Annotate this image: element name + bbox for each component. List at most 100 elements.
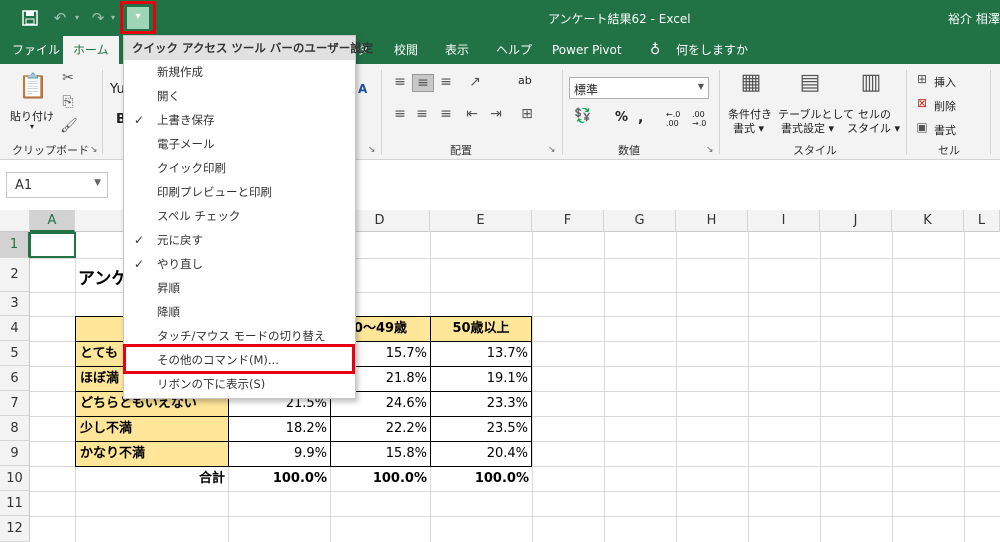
undo-dropdown-icon[interactable]: ▾ <box>72 7 82 29</box>
accounting-format-icon[interactable]: 💱 <box>572 108 594 124</box>
number-launcher-icon[interactable]: ↘ <box>706 145 714 155</box>
value-cell-e6[interactable]: 19.1% <box>430 366 532 392</box>
column-header-i[interactable]: I <box>748 210 820 232</box>
label-cell-b9[interactable]: かなり不満 <box>75 441 229 467</box>
insert-cells-icon[interactable]: ⊞ <box>914 72 930 86</box>
increase-indent-icon[interactable]: ⇥ <box>486 106 506 122</box>
format-as-table-icon[interactable]: ▤ <box>795 70 825 100</box>
cut-icon[interactable]: ✂ <box>60 70 76 86</box>
sheet-title-cell[interactable]: アンケ <box>78 264 128 289</box>
align-top-icon[interactable]: ≡ <box>390 74 410 90</box>
column-header-a[interactable]: A <box>30 210 75 232</box>
align-center-icon[interactable]: ≡ <box>412 106 432 122</box>
increase-decimal-icon[interactable]: ←.0.00 <box>666 110 680 128</box>
redo-icon[interactable]: ↷ <box>88 7 108 29</box>
cell-styles-icon[interactable]: ▥ <box>856 70 886 100</box>
value-cell-d8[interactable]: 22.2% <box>330 416 431 442</box>
paste-dropdown-icon[interactable]: ▾ <box>30 122 34 131</box>
total-cell-e10[interactable]: 100.0% <box>430 467 532 491</box>
column-header-j[interactable]: J <box>820 210 892 232</box>
total-label-cell[interactable]: 合計 <box>75 467 228 491</box>
column-header-l[interactable]: L <box>964 210 1000 232</box>
total-cell-d10[interactable]: 100.0% <box>330 467 430 491</box>
menu-item-open[interactable]: 開く <box>124 84 355 108</box>
copy-icon[interactable]: ⎘ <box>60 94 76 110</box>
redo-dropdown-icon[interactable]: ▾ <box>108 7 118 29</box>
paste-icon[interactable]: 📋 <box>18 72 48 104</box>
comma-style-icon[interactable]: , <box>638 110 643 126</box>
tab-review[interactable]: 校閲 <box>394 36 418 64</box>
align-middle-icon[interactable]: ≡ <box>412 74 434 92</box>
total-cell-c10[interactable]: 100.0% <box>228 467 330 491</box>
decrease-decimal-icon[interactable]: .00 →.0 <box>692 110 706 128</box>
font-launcher-icon[interactable]: ↘ <box>368 145 376 155</box>
row-header-6[interactable]: 6 <box>0 366 30 391</box>
user-name[interactable]: 裕介 相澤 <box>948 10 1000 27</box>
number-format-select[interactable]: 標準 ▼ <box>569 77 709 99</box>
header-cell-e4[interactable]: 50歳以上 <box>430 316 532 342</box>
value-cell-c8[interactable]: 18.2% <box>228 416 331 442</box>
row-header-8[interactable]: 8 <box>0 416 30 441</box>
row-header-4[interactable]: 4 <box>0 316 30 341</box>
active-cell-a1[interactable] <box>29 232 76 258</box>
row-header-7[interactable]: 7 <box>0 391 30 416</box>
value-cell-e9[interactable]: 20.4% <box>430 441 532 467</box>
merge-center-icon[interactable]: ⊞ <box>516 106 538 122</box>
menu-item-save[interactable]: ✓ 上書き保存 <box>124 108 355 132</box>
wrap-text-icon[interactable]: ab <box>518 74 532 87</box>
row-header-9[interactable]: 9 <box>0 441 30 466</box>
label-cell-b8[interactable]: 少し不満 <box>75 416 229 442</box>
value-cell-e8[interactable]: 23.5% <box>430 416 532 442</box>
column-header-g[interactable]: G <box>604 210 676 232</box>
delete-cells-icon[interactable]: ⊠ <box>914 96 930 110</box>
row-header-12[interactable]: 12 <box>0 516 30 542</box>
orientation-icon[interactable]: ↗ <box>465 74 485 90</box>
menu-item-print-preview[interactable]: 印刷プレビューと印刷 <box>124 180 355 204</box>
format-painter-icon[interactable]: 🖌 <box>60 118 78 134</box>
format-cells-button[interactable]: 書式 <box>934 122 956 138</box>
value-cell-c9[interactable]: 9.9% <box>228 441 331 467</box>
percent-style-icon[interactable]: % <box>615 110 628 125</box>
align-bottom-icon[interactable]: ≡ <box>436 74 456 90</box>
conditional-formatting-label-2[interactable]: 書式 ▾ <box>733 120 764 136</box>
row-header-1[interactable]: 1 <box>0 232 30 258</box>
delete-cells-button[interactable]: 削除 <box>934 98 956 114</box>
menu-item-sort-ascending[interactable]: 昇順 <box>124 276 355 300</box>
menu-item-undo[interactable]: ✓ 元に戻す <box>124 228 355 252</box>
alignment-launcher-icon[interactable]: ↘ <box>548 145 556 155</box>
customize-qat-button[interactable]: ▾ <box>120 1 156 34</box>
align-right-icon[interactable]: ≡ <box>436 106 456 122</box>
tab-home[interactable]: ホーム <box>63 36 119 64</box>
value-cell-e5[interactable]: 13.7% <box>430 341 532 367</box>
menu-item-new[interactable]: 新規作成 <box>124 60 355 84</box>
cell-styles-label-2[interactable]: スタイル ▾ <box>847 120 900 136</box>
format-as-table-label-2[interactable]: 書式設定 ▾ <box>781 120 834 136</box>
row-header-2[interactable]: 2 <box>0 258 30 292</box>
menu-item-redo[interactable]: ✓ やり直し <box>124 252 355 276</box>
menu-item-show-below-ribbon[interactable]: リボンの下に表示(S) <box>124 372 355 396</box>
value-cell-d9[interactable]: 15.8% <box>330 441 431 467</box>
tab-file[interactable]: ファイル <box>12 36 60 64</box>
clipboard-launcher-icon[interactable]: ↘ <box>90 145 98 155</box>
value-cell-e7[interactable]: 23.3% <box>430 391 532 417</box>
insert-cells-button[interactable]: 挿入 <box>934 74 956 90</box>
conditional-formatting-icon[interactable]: ▦ <box>736 70 766 100</box>
align-left-icon[interactable]: ≡ <box>390 106 410 122</box>
menu-item-spell-check[interactable]: スペル チェック <box>124 204 355 228</box>
tell-me-search[interactable]: 何をしますか <box>676 36 748 64</box>
menu-item-quick-print[interactable]: クイック印刷 <box>124 156 355 180</box>
undo-icon[interactable]: ↶ <box>50 7 70 29</box>
name-box[interactable]: A1 ▼ <box>6 172 108 198</box>
tab-view[interactable]: 表示 <box>445 36 469 64</box>
column-header-f[interactable]: F <box>532 210 604 232</box>
menu-item-email[interactable]: 電子メール <box>124 132 355 156</box>
row-header-11[interactable]: 11 <box>0 491 30 516</box>
decrease-indent-icon[interactable]: ⇤ <box>462 106 482 122</box>
tab-help[interactable]: ヘルプ <box>496 36 532 64</box>
column-header-h[interactable]: H <box>676 210 748 232</box>
column-header-k[interactable]: K <box>892 210 964 232</box>
row-header-3[interactable]: 3 <box>0 292 30 316</box>
select-all-corner[interactable] <box>0 210 30 232</box>
save-icon[interactable] <box>18 7 42 29</box>
menu-item-sort-descending[interactable]: 降順 <box>124 300 355 324</box>
